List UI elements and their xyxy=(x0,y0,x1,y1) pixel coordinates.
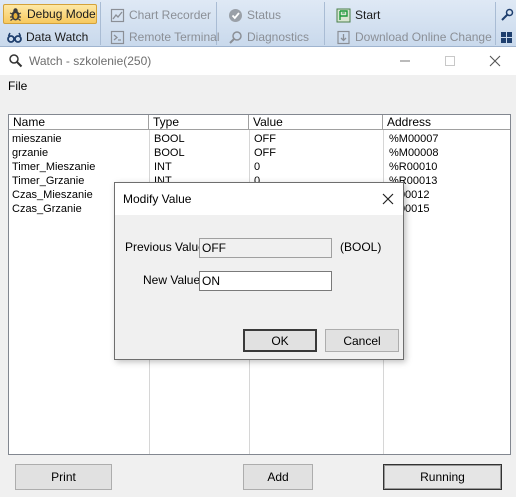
cell-name: Timer_Mieszanie xyxy=(12,161,96,173)
col-header-name[interactable]: Name xyxy=(9,115,149,130)
start-button[interactable]: Start xyxy=(332,5,384,25)
maximize-button[interactable] xyxy=(440,51,460,71)
cell-name: Czas_Mieszanie xyxy=(12,189,93,201)
chart-recorder-icon xyxy=(110,8,125,23)
ok-button[interactable]: OK xyxy=(243,329,317,352)
data-watch-button[interactable]: Data Watch xyxy=(3,27,92,47)
cell-value: OFF xyxy=(254,133,276,145)
close-window-button[interactable] xyxy=(485,51,505,71)
data-watch-label: Data Watch xyxy=(26,30,89,44)
dialog-close-button[interactable] xyxy=(379,190,397,208)
status-button[interactable]: Status xyxy=(224,5,285,25)
cell-type: BOOL xyxy=(154,147,185,159)
terminal-icon xyxy=(110,30,125,45)
new-value-label: New Value: xyxy=(143,273,204,287)
window-title: Watch - szkolenie(250) xyxy=(29,54,152,68)
table-row[interactable]: Timer_Mieszanie INT 0 %R00010 xyxy=(9,160,510,174)
chart-recorder-button[interactable]: Chart Recorder xyxy=(106,5,215,25)
ribbon-group-mode: Debug Mode Data Watch xyxy=(0,2,101,45)
modify-value-dialog: Modify Value Previous Value: OFF (BOOL) … xyxy=(114,182,404,360)
new-value-input[interactable]: ON xyxy=(199,271,332,291)
download-online-change-label: Download Online Change xyxy=(355,30,492,44)
cell-type: INT xyxy=(154,161,172,173)
debug-mode-button[interactable]: Debug Mode xyxy=(3,4,97,24)
cell-name: Timer_Grzanie xyxy=(12,175,85,187)
menu-file[interactable]: File xyxy=(8,79,27,93)
previous-value-label: Previous Value: xyxy=(125,240,209,254)
previous-value-field: OFF xyxy=(199,238,332,258)
dialog-titlebar: Modify Value xyxy=(115,183,403,215)
watch-window-titlebar: Watch - szkolenie(250) xyxy=(0,47,516,75)
cell-address: %R00010 xyxy=(389,161,438,173)
cell-name: Czas_Grzanie xyxy=(12,203,82,215)
cell-value: 0 xyxy=(254,161,261,173)
grid-header: Name Type Value Address xyxy=(9,115,510,130)
cancel-button[interactable]: Cancel xyxy=(325,329,399,352)
check-circle-icon xyxy=(228,8,243,23)
close-icon xyxy=(489,55,501,67)
overflow-tool-button[interactable] xyxy=(499,5,514,25)
col-header-value[interactable]: Value xyxy=(249,115,383,130)
ribbon-toolbar: Debug Mode Data Watch Chart Recorder Rem… xyxy=(0,0,516,47)
minimize-icon xyxy=(400,60,410,62)
add-button[interactable]: Add xyxy=(243,464,313,490)
dialog-title: Modify Value xyxy=(123,192,192,206)
close-icon xyxy=(382,193,394,205)
grid-icon xyxy=(499,30,514,45)
chart-recorder-label: Chart Recorder xyxy=(129,8,212,22)
cell-address: %M00007 xyxy=(389,133,439,145)
diagnostics-label: Diagnostics xyxy=(247,30,310,44)
download-online-change-button[interactable]: Download Online Change xyxy=(332,27,496,47)
bug-icon xyxy=(8,7,23,22)
value-type-hint: (BOOL) xyxy=(340,240,382,254)
start-label: Start xyxy=(355,8,381,22)
print-button[interactable]: Print xyxy=(15,464,112,490)
table-row[interactable]: grzanie BOOL OFF %M00008 xyxy=(9,146,510,160)
cell-address: %M00008 xyxy=(389,147,439,159)
maximize-icon xyxy=(445,56,455,66)
running-button[interactable]: Running xyxy=(383,464,502,490)
cell-name: grzanie xyxy=(12,147,49,159)
status-label: Status xyxy=(247,8,282,22)
ribbon-group-status: Status Diagnostics xyxy=(218,2,325,45)
remote-terminal-button[interactable]: Remote Terminal xyxy=(106,27,223,47)
cell-value: OFF xyxy=(254,147,276,159)
watch-search-icon xyxy=(8,53,23,68)
ribbon-group-tools: Chart Recorder Remote Terminal xyxy=(102,2,219,45)
overflow-tool-button-2[interactable] xyxy=(499,27,514,47)
col-header-type[interactable]: Type xyxy=(149,115,249,130)
menu-bar: File xyxy=(0,75,516,97)
magnifier-icon xyxy=(228,30,243,45)
start-run-icon xyxy=(336,8,351,23)
download-icon xyxy=(336,30,351,45)
ribbon-group-overflow xyxy=(497,2,516,45)
glasses-icon xyxy=(7,30,22,45)
minimize-button[interactable] xyxy=(395,51,415,71)
ribbon-group-run: Start Download Online Change xyxy=(326,2,496,45)
debug-mode-label: Debug Mode xyxy=(27,7,96,21)
col-header-address[interactable]: Address xyxy=(383,115,510,130)
remote-terminal-label: Remote Terminal xyxy=(129,30,220,44)
wrench-icon xyxy=(499,8,514,23)
cell-name: mieszanie xyxy=(12,133,62,145)
app-window: Debug Mode Data Watch Chart Recorder Rem… xyxy=(0,0,516,497)
diagnostics-button[interactable]: Diagnostics xyxy=(224,27,313,47)
table-row[interactable]: mieszanie BOOL OFF %M00007 xyxy=(9,132,510,146)
cell-type: BOOL xyxy=(154,133,185,145)
